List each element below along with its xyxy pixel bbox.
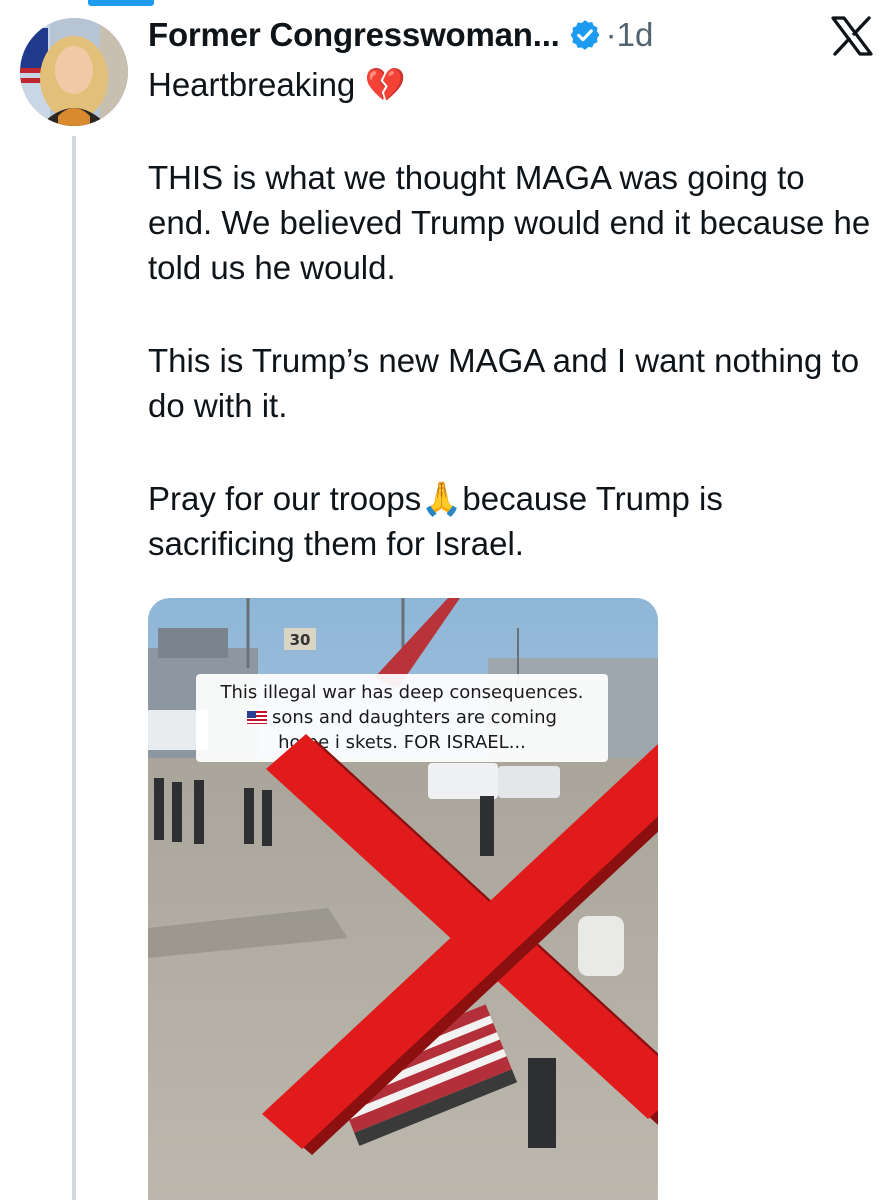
x-logo-icon[interactable] [830, 16, 874, 56]
tweet-header: Former Congresswoman... · 1d [148, 12, 653, 58]
top-accent-bar [88, 0, 154, 6]
broken-heart-icon: 💔 [364, 65, 406, 104]
post-timestamp[interactable]: 1d [617, 16, 654, 54]
tweet-body: Heartbreaking 💔 THIS is what we thought … [148, 62, 878, 566]
tweet-paragraph-2: This is Trump’s new MAGA and I want noth… [148, 342, 860, 424]
tweet-paragraph-1: THIS is what we thought MAGA was going t… [148, 159, 871, 286]
tweet-heading-text: Heartbreaking [148, 66, 356, 103]
red-x-icon [262, 734, 658, 1155]
thread-connector-line [72, 136, 76, 1200]
header-separator: · [605, 16, 617, 53]
author-display-name[interactable]: Former Congresswoman... [148, 16, 560, 54]
praying-hands-icon: 🙏 [421, 479, 463, 518]
tweet-line-heading: Heartbreaking 💔 [148, 62, 878, 107]
tweet-paragraph-3: Pray for our troops🙏because Trump is sac… [148, 476, 878, 566]
avatar[interactable] [20, 18, 128, 126]
verified-badge-icon [568, 18, 602, 52]
media-attachment[interactable]: 30 This illegal war has deep consequence… [148, 598, 658, 1200]
tweet-paragraph-3-start: Pray for our troops [148, 480, 422, 517]
